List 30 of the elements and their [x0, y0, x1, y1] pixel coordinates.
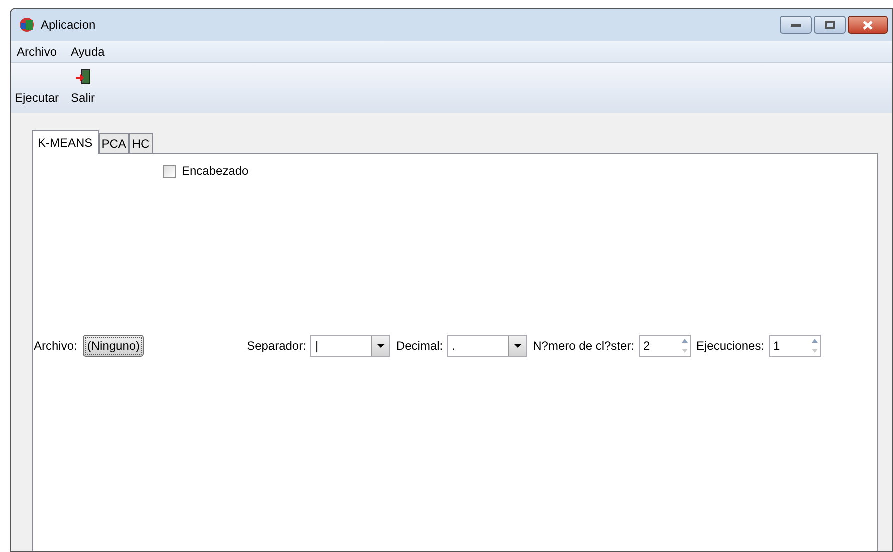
- caret-icon: [376, 344, 385, 348]
- menu-item[interactable]: Ayuda: [71, 42, 105, 60]
- tab[interactable]: K-MEANS: [32, 130, 99, 154]
- field-label: Separador:: [247, 338, 306, 355]
- minimize-button[interactable]: [780, 16, 812, 34]
- dropdown[interactable]: .: [447, 335, 528, 357]
- checkbox-label: Encabezado: [182, 163, 249, 180]
- field-label: Ejecuciones:: [696, 338, 765, 355]
- tab[interactable]: HC: [129, 133, 153, 153]
- window-title: Aplicacion: [41, 17, 96, 34]
- tab[interactable]: PCA: [98, 133, 130, 153]
- toolbar-button[interactable]: Ejecutar: [15, 89, 60, 107]
- maximize-button[interactable]: [814, 16, 846, 34]
- file-button[interactable]: (Ninguno): [83, 335, 144, 357]
- field-label: Decimal:: [396, 338, 444, 355]
- close-icon: [863, 20, 873, 30]
- menu-item[interactable]: Archivo: [17, 42, 58, 60]
- minimize-icon: [791, 24, 801, 26]
- maximize-icon: [825, 21, 835, 29]
- toolbar-button[interactable]: Salir: [71, 69, 96, 107]
- checkbox[interactable]: [163, 164, 176, 178]
- caret-icon: [514, 344, 522, 348]
- close-button[interactable]: [848, 16, 888, 34]
- number-field[interactable]: 1: [768, 335, 821, 357]
- app-icon: [19, 17, 35, 33]
- exit-door-icon: [75, 69, 92, 85]
- field-label: Archivo:: [34, 338, 78, 355]
- dropdown[interactable]: |: [310, 335, 390, 357]
- number-field[interactable]: 2: [638, 335, 690, 357]
- field-label: N?mero de cl?ster:: [533, 338, 634, 355]
